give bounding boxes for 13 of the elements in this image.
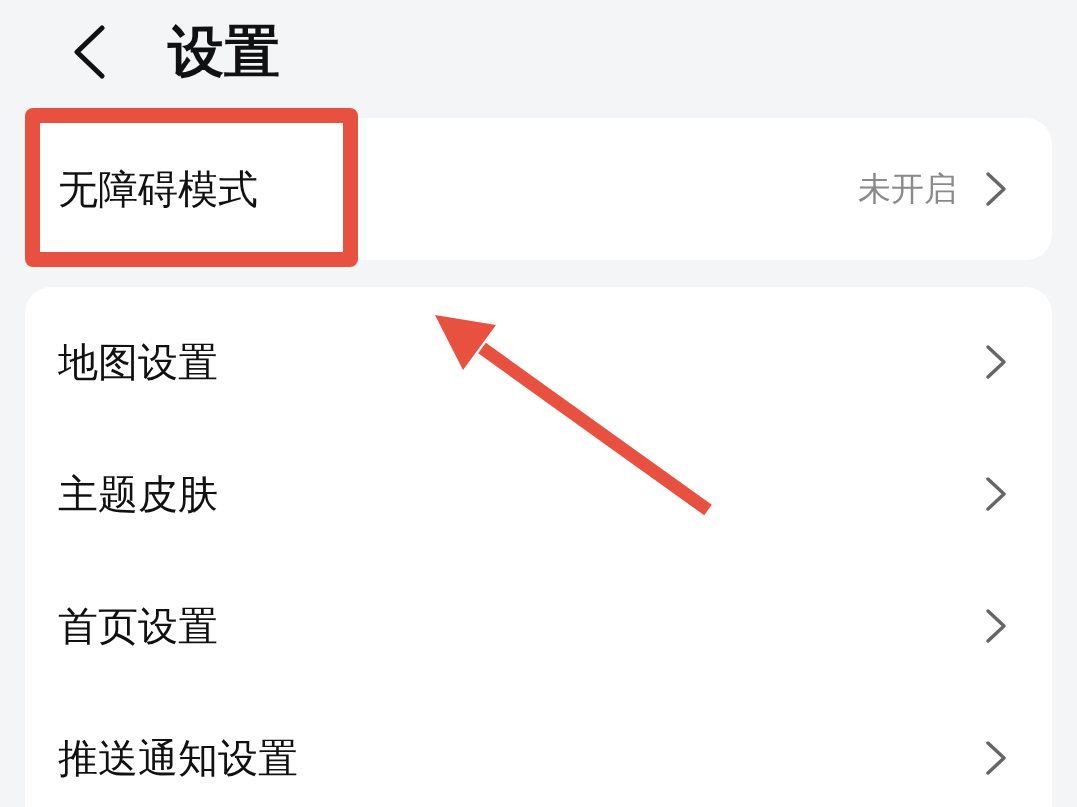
settings-row[interactable]: 首页设置 <box>25 560 1052 692</box>
page-title: 设置 <box>168 24 280 80</box>
chevron-right-icon <box>985 740 1007 776</box>
status-text: 未开启 <box>858 168 957 211</box>
settings-row[interactable]: 主题皮肤 <box>25 428 1052 560</box>
setting-label: 无障碍模式 <box>58 165 259 214</box>
chevron-right-icon <box>985 171 1007 207</box>
settings-row[interactable]: 地图设置 <box>25 296 1052 428</box>
chevron-right-icon <box>985 608 1007 644</box>
chevron-right-icon <box>985 476 1007 512</box>
back-icon <box>72 25 106 79</box>
settings-row[interactable]: 推送通知设置 <box>25 692 1052 807</box>
chevron-right-icon <box>985 344 1007 380</box>
